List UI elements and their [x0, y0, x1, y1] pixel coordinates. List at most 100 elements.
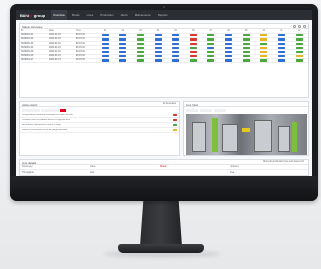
status-indicator[interactable]: [225, 55, 233, 58]
status-indicator[interactable]: [242, 46, 250, 49]
filter-chip-active[interactable]: [60, 108, 66, 112]
status-indicator[interactable]: [101, 46, 109, 49]
status-indicator[interactable]: [136, 38, 144, 41]
status-indicator[interactable]: [154, 42, 162, 45]
status-indicator[interactable]: [101, 55, 109, 58]
view-chip[interactable]: [214, 108, 226, 112]
status-indicator[interactable]: [189, 46, 197, 49]
status-indicator[interactable]: [119, 34, 127, 37]
status-indicator[interactable]: [260, 34, 268, 37]
status-indicator[interactable]: [207, 55, 215, 58]
tab-overview[interactable]: Overview: [51, 10, 67, 20]
status-indicator[interactable]: [260, 55, 268, 58]
status-indicator[interactable]: [189, 50, 197, 54]
status-indicator[interactable]: [260, 59, 268, 62]
status-indicator[interactable]: [136, 50, 144, 54]
status-indicator[interactable]: [277, 55, 285, 58]
status-indicator[interactable]: [189, 34, 197, 37]
status-indicator[interactable]: [207, 42, 215, 45]
status-indicator[interactable]: [154, 46, 162, 49]
status-indicator[interactable]: [260, 42, 268, 45]
status-indicator[interactable]: [119, 59, 127, 62]
settings-icon[interactable]: [298, 25, 301, 28]
details-row[interactable]: Throughput Line Live: [20, 170, 308, 175]
details-dropdown[interactable]: Show all production lines and status inf…: [263, 161, 304, 163]
filter-chip[interactable]: [22, 108, 40, 112]
status-indicator[interactable]: [154, 38, 162, 41]
status-indicator[interactable]: [277, 38, 285, 41]
status-indicator[interactable]: [172, 55, 180, 58]
status-indicator[interactable]: [242, 50, 250, 54]
status-indicator[interactable]: [207, 50, 215, 54]
status-indicator[interactable]: [154, 59, 162, 62]
status-indicator[interactable]: [242, 55, 250, 58]
status-indicator[interactable]: [225, 59, 233, 62]
status-indicator[interactable]: [101, 34, 109, 37]
refresh-icon[interactable]: [293, 25, 296, 28]
status-indicator[interactable]: [207, 38, 215, 41]
status-indicator[interactable]: [189, 59, 197, 62]
filter-chip[interactable]: [41, 108, 59, 112]
status-indicator[interactable]: [172, 34, 180, 37]
status-indicator[interactable]: [225, 38, 233, 41]
status-indicator[interactable]: [225, 50, 233, 54]
status-indicator[interactable]: [119, 55, 127, 58]
view-chip[interactable]: [186, 108, 198, 112]
severity-filter[interactable]: All Severities: [163, 103, 176, 105]
status-indicator[interactable]: [295, 34, 303, 37]
status-indicator[interactable]: [189, 42, 197, 45]
status-indicator[interactable]: [260, 46, 268, 49]
status-indicator[interactable]: [172, 50, 180, 54]
status-indicator[interactable]: [242, 59, 250, 62]
status-indicator[interactable]: [136, 59, 144, 62]
status-indicator[interactable]: [101, 38, 109, 41]
status-indicator[interactable]: [207, 46, 215, 49]
status-indicator[interactable]: [154, 55, 162, 58]
status-indicator[interactable]: [154, 34, 162, 37]
status-indicator[interactable]: [101, 42, 109, 45]
status-indicator[interactable]: [136, 55, 144, 58]
status-indicator[interactable]: [189, 55, 197, 58]
brand-logo[interactable]: Bühler group: [20, 13, 45, 18]
status-indicator[interactable]: [277, 34, 285, 37]
status-indicator[interactable]: [295, 50, 303, 54]
status-indicator[interactable]: [119, 50, 127, 54]
status-indicator[interactable]: [136, 46, 144, 49]
status-indicator[interactable]: [225, 42, 233, 45]
status-indicator[interactable]: [207, 59, 215, 62]
status-indicator[interactable]: [260, 38, 268, 41]
status-indicator[interactable]: [242, 38, 250, 41]
status-indicator[interactable]: [242, 34, 250, 37]
status-indicator[interactable]: [154, 50, 162, 54]
tab-plants[interactable]: Plants: [70, 10, 82, 20]
status-indicator[interactable]: [277, 46, 285, 49]
status-indicator[interactable]: [295, 38, 303, 41]
tab-alerts[interactable]: Alerts: [119, 10, 130, 20]
production-line-image[interactable]: [186, 114, 307, 155]
status-indicator[interactable]: [119, 42, 127, 45]
status-indicator[interactable]: [189, 38, 197, 41]
status-indicator[interactable]: [136, 42, 144, 45]
status-indicator[interactable]: [225, 34, 233, 37]
table-row[interactable]: SCM001-07 2020-01-15 09:15:34: [20, 58, 308, 64]
view-chip[interactable]: [200, 108, 212, 112]
status-indicator[interactable]: [295, 42, 303, 45]
status-indicator[interactable]: [119, 46, 127, 49]
status-indicator[interactable]: [172, 42, 180, 45]
status-indicator[interactable]: [277, 59, 285, 62]
status-indicator[interactable]: [295, 59, 303, 62]
status-indicator[interactable]: [277, 42, 285, 45]
status-indicator[interactable]: [207, 34, 215, 37]
status-indicator[interactable]: [260, 50, 268, 54]
tab-maintenance[interactable]: Maintenance: [133, 10, 153, 20]
tab-reports[interactable]: Reports: [156, 10, 170, 20]
status-indicator[interactable]: [172, 46, 180, 49]
status-indicator[interactable]: [242, 42, 250, 45]
status-indicator[interactable]: [225, 46, 233, 49]
status-indicator[interactable]: [172, 38, 180, 41]
tab-lines[interactable]: Lines: [85, 10, 96, 20]
status-indicator[interactable]: [101, 50, 109, 54]
status-indicator[interactable]: [119, 38, 127, 41]
alert-item[interactable]: Motor current above nominal range detect…: [20, 128, 179, 133]
expand-icon[interactable]: [303, 25, 306, 28]
